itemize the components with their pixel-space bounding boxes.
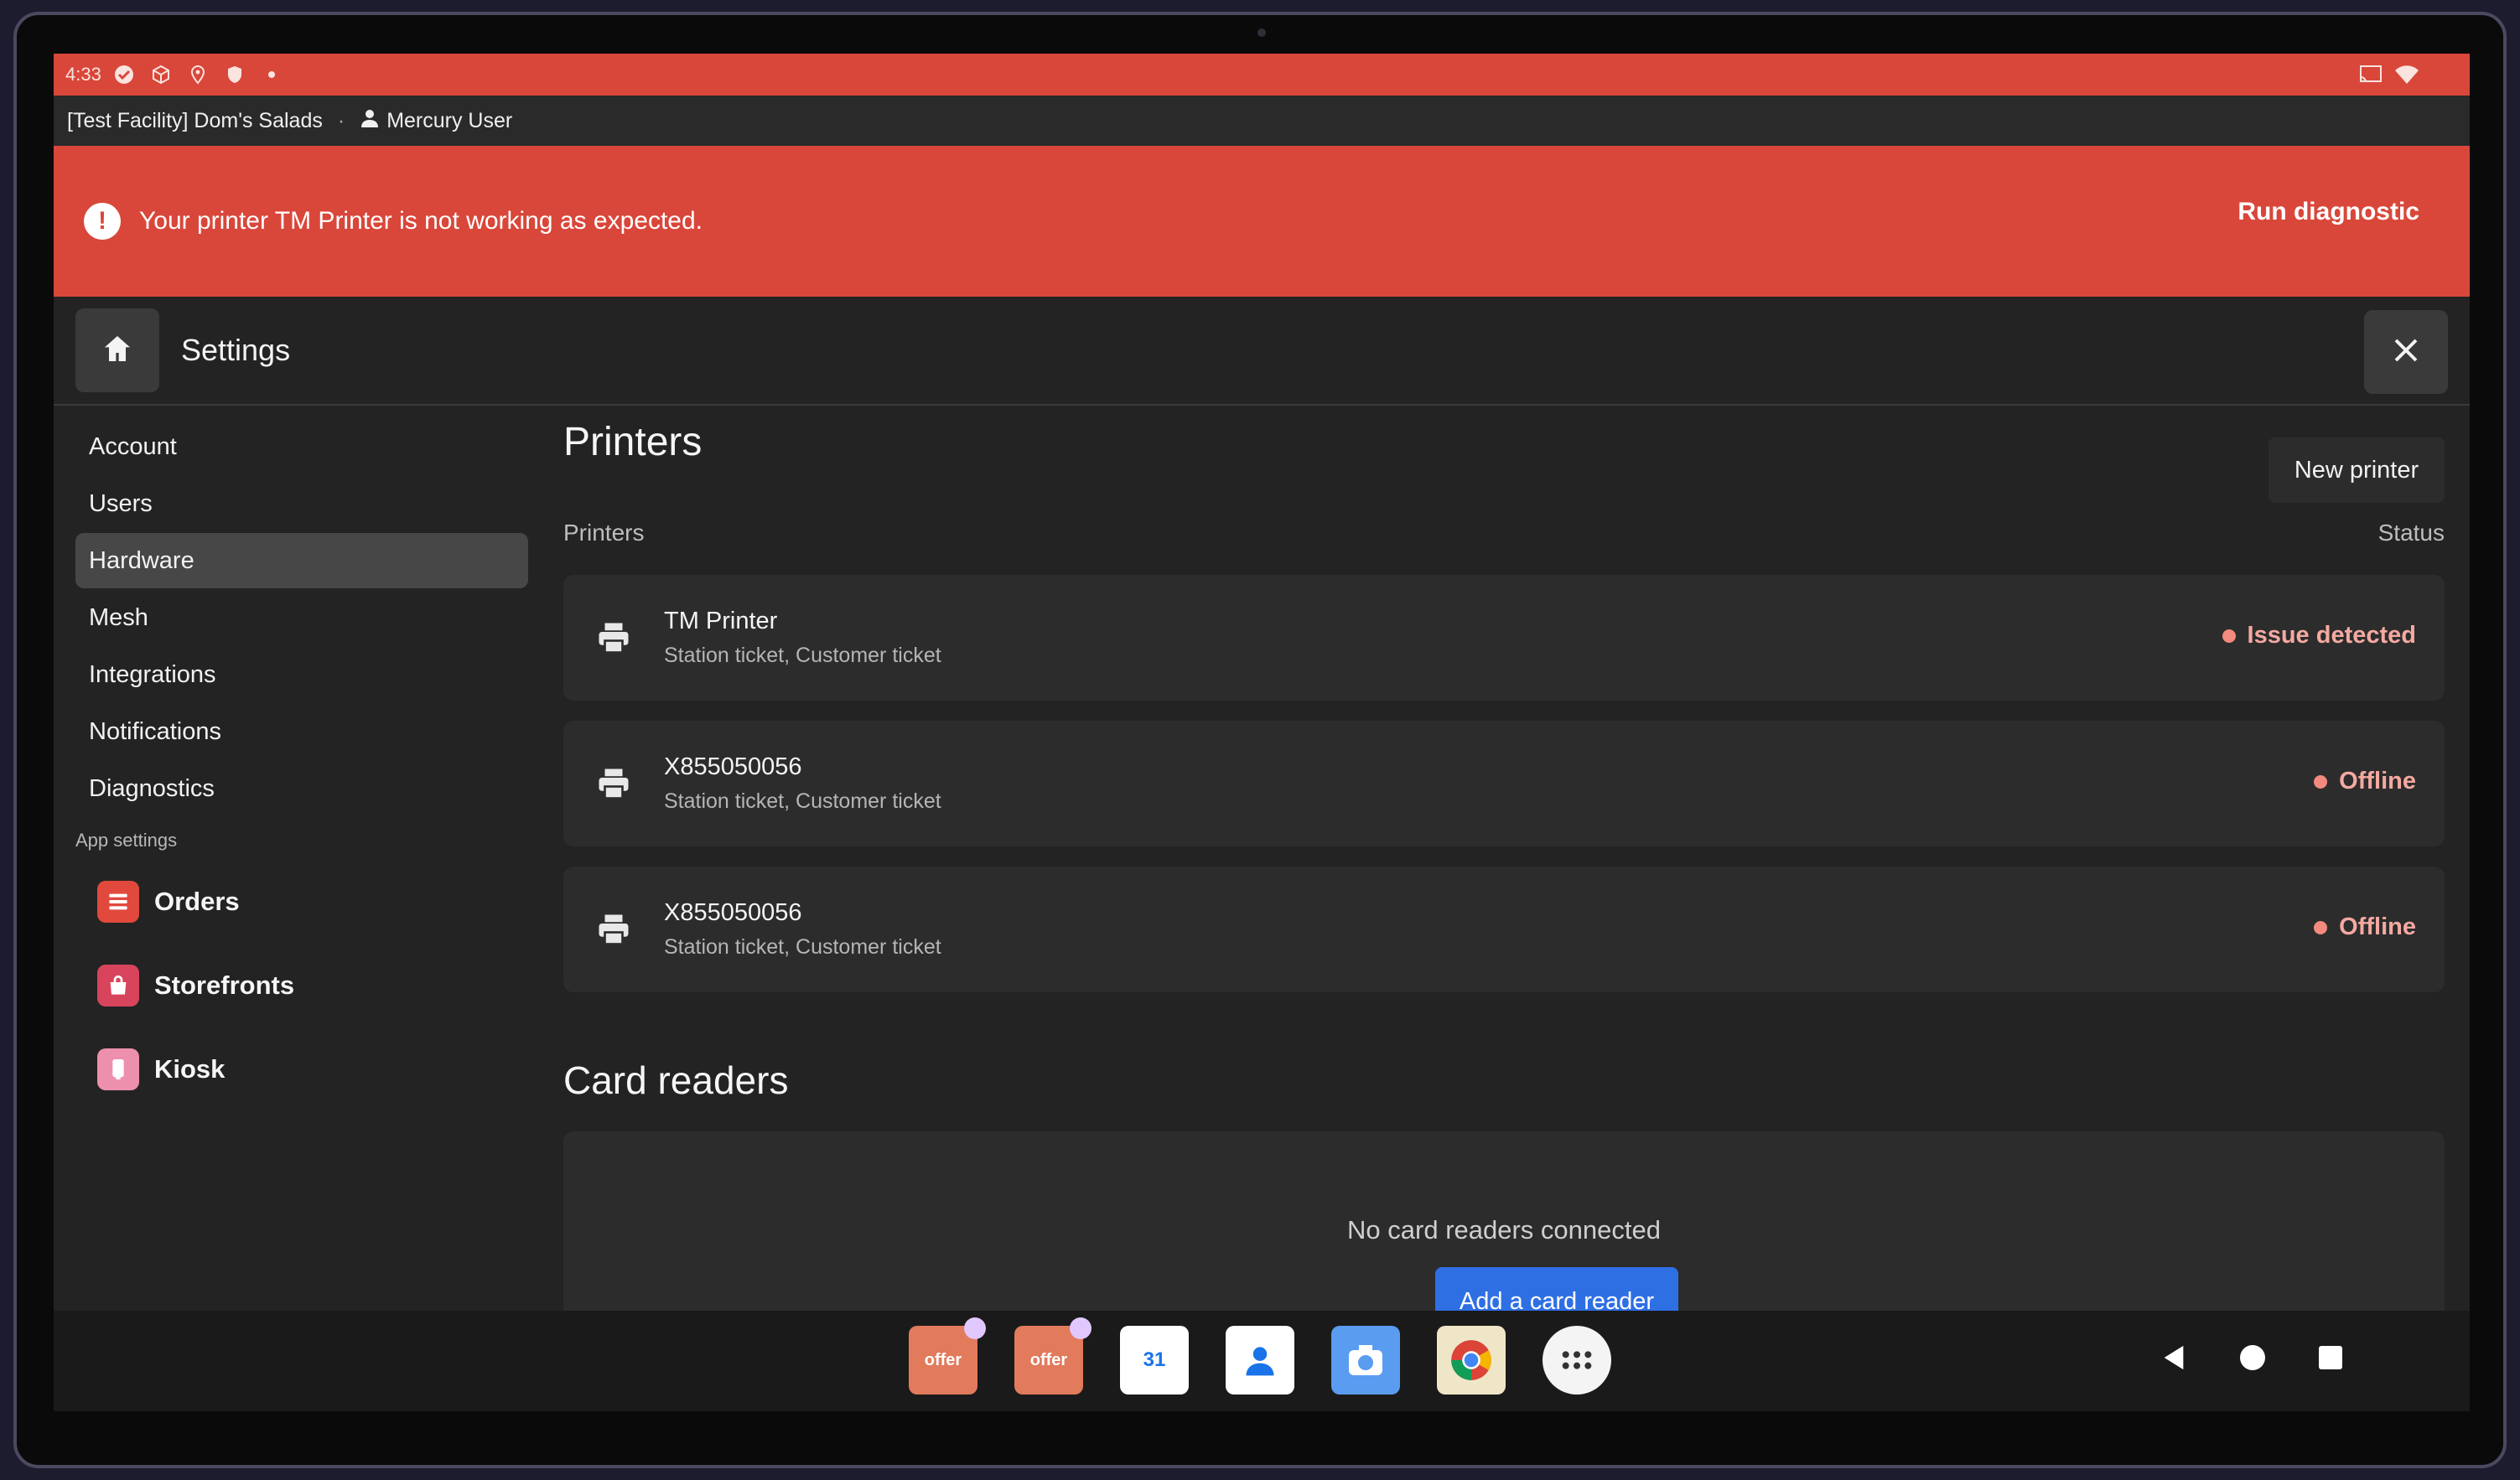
- separator: ·: [337, 108, 345, 132]
- screen: 4:33 [Test Facility] Dom's Salads · Merc…: [54, 54, 2470, 1411]
- app-drawer-icon[interactable]: [1543, 1326, 1611, 1395]
- calendar-app-label: 31: [1143, 1348, 1166, 1371]
- kiosk-icon: [97, 1048, 139, 1090]
- alert-icon: !: [84, 203, 121, 240]
- printer-name: TM Printer: [664, 608, 778, 634]
- sidebar-item-account[interactable]: Account: [75, 419, 528, 474]
- printer-name: X855050056: [664, 899, 802, 926]
- offer-app-label: offer: [924, 1350, 962, 1369]
- printer-row[interactable]: TM Printer Station ticket, Customer tick…: [563, 575, 2445, 701]
- camera-app-icon[interactable]: [1331, 1326, 1400, 1395]
- sidebar-item-hardware[interactable]: Hardware: [75, 533, 528, 588]
- sidebar-item-diagnostics[interactable]: Diagnostics: [75, 761, 528, 816]
- sidebar-item-notifications[interactable]: Notifications: [75, 704, 528, 759]
- notification-badge: [1070, 1317, 1091, 1339]
- close-icon: [2391, 335, 2421, 370]
- notification-dot-icon: [261, 64, 283, 85]
- app-settings-heading: App settings: [75, 830, 178, 851]
- android-nav-bar: offer offer 31: [54, 1311, 2470, 1411]
- contacts-app-icon[interactable]: [1226, 1326, 1294, 1395]
- user-indicator: Mercury User: [360, 108, 512, 134]
- offer-app-icon[interactable]: offer: [909, 1317, 986, 1395]
- user-icon: [360, 108, 380, 134]
- status-label: Offline: [2339, 913, 2416, 940]
- printer-icon: [589, 620, 639, 655]
- sidebar-app-label: Orders: [154, 887, 240, 916]
- sidebar-app-kiosk[interactable]: Kiosk: [75, 1027, 528, 1111]
- printer-ticket-types: Station ticket, Customer ticket: [664, 789, 941, 813]
- sidebar-item-users[interactable]: Users: [75, 476, 528, 531]
- card-readers-title: Card readers: [563, 1058, 789, 1102]
- alert-message: Your printer TM Printer is not working a…: [139, 207, 703, 235]
- settings-header: Settings: [54, 297, 2470, 406]
- facility-bar: [Test Facility] Dom's Salads · Mercury U…: [54, 96, 2470, 146]
- printer-name: X855050056: [664, 753, 802, 780]
- recents-icon[interactable]: [2317, 1344, 2344, 1375]
- printer-row[interactable]: X855050056 Station ticket, Customer tick…: [563, 721, 2445, 846]
- status-dot: [2314, 774, 2328, 789]
- offer-app-label: offer: [1029, 1350, 1068, 1369]
- status-dot: [2222, 629, 2236, 643]
- sidebar-app-label: Kiosk: [154, 1054, 226, 1084]
- orders-icon: [97, 881, 139, 923]
- notification-badge: [964, 1317, 986, 1339]
- app-dock: offer offer 31: [909, 1317, 1611, 1395]
- package-icon: [150, 64, 172, 85]
- location-icon: [187, 64, 209, 85]
- new-printer-button[interactable]: New printer: [2269, 437, 2445, 503]
- settings-sidebar: Account Users Hardware Mesh Integrations…: [75, 419, 528, 1111]
- status-time: 4:33: [65, 64, 101, 85]
- printers-table-header: Printers Status: [563, 520, 2445, 546]
- offer-app-icon[interactable]: offer: [1014, 1317, 1091, 1395]
- column-printers: Printers: [563, 520, 645, 546]
- sidebar-app-orders[interactable]: Orders: [75, 860, 528, 944]
- system-nav-buttons: [2160, 1343, 2344, 1377]
- column-status: Status: [2377, 520, 2445, 546]
- status-badge: Offline: [2314, 913, 2416, 941]
- status-badge: Issue detected: [2222, 622, 2416, 649]
- home-nav-icon[interactable]: [2238, 1343, 2267, 1376]
- printer-ticket-types: Station ticket, Customer ticket: [664, 644, 941, 667]
- status-label: Offline: [2339, 768, 2416, 794]
- storefronts-icon: [97, 965, 139, 1007]
- camera-dot: [1257, 28, 1266, 37]
- page-title: Settings: [181, 333, 291, 367]
- shield-icon: [224, 64, 246, 85]
- user-name: Mercury User: [386, 108, 513, 132]
- printer-icon: [589, 766, 639, 801]
- calendar-app-icon[interactable]: 31: [1120, 1326, 1189, 1395]
- cast-icon: [2359, 64, 2383, 91]
- facility-name: [Test Facility] Dom's Salads: [67, 108, 323, 132]
- printer-ticket-types: Station ticket, Customer ticket: [664, 935, 941, 959]
- sidebar-item-integrations[interactable]: Integrations: [75, 647, 528, 702]
- status-label: Issue detected: [2247, 622, 2416, 649]
- chrome-app-icon[interactable]: [1437, 1326, 1506, 1395]
- printers-title: Printers: [563, 420, 703, 464]
- printers-panel: Printers New printer Printers Status TM …: [563, 419, 2445, 1383]
- sidebar-app-label: Storefronts: [154, 970, 295, 1000]
- status-badge: Offline: [2314, 768, 2416, 795]
- home-icon: [101, 332, 134, 370]
- home-button[interactable]: [75, 308, 159, 392]
- close-button[interactable]: [2364, 310, 2448, 394]
- back-icon[interactable]: [2160, 1343, 2188, 1377]
- sidebar-item-mesh[interactable]: Mesh: [75, 590, 528, 645]
- printer-icon: [589, 912, 639, 947]
- wifi-icon: [2394, 64, 2419, 91]
- run-diagnostic-button[interactable]: Run diagnostic: [2237, 198, 2419, 226]
- printer-alert-banner: ! Your printer TM Printer is not working…: [54, 146, 2470, 297]
- status-dot: [2314, 920, 2328, 934]
- printer-row[interactable]: X855050056 Station ticket, Customer tick…: [563, 867, 2445, 992]
- card-readers-empty-text: No card readers connected: [1347, 1215, 1661, 1245]
- sidebar-app-storefronts[interactable]: Storefronts: [75, 944, 528, 1027]
- status-bar: 4:33: [54, 54, 2470, 96]
- check-circle-icon: [113, 64, 135, 85]
